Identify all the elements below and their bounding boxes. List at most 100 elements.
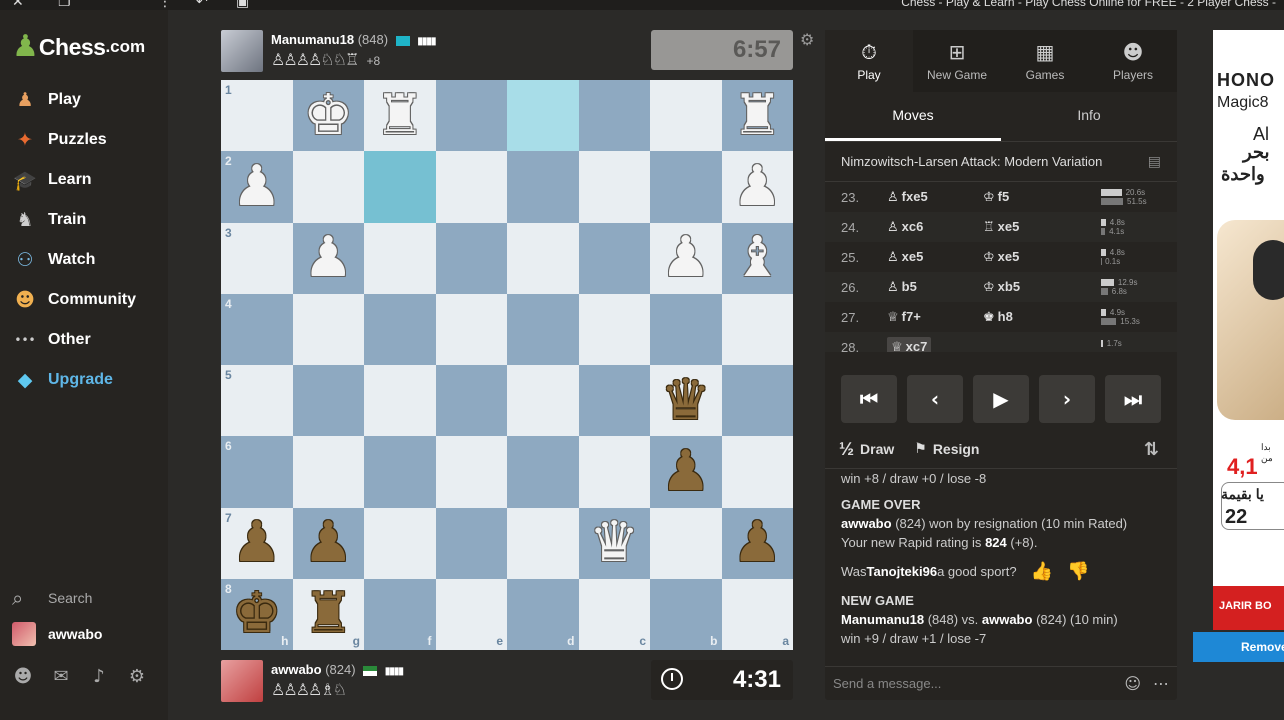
square-c3[interactable] bbox=[578, 222, 650, 294]
sidebar-item-community[interactable]: ☻ Community bbox=[0, 280, 168, 320]
square-h4[interactable]: 4 bbox=[221, 293, 293, 365]
square-f2[interactable] bbox=[364, 151, 436, 223]
square-g4[interactable] bbox=[292, 293, 364, 365]
black-queen-piece[interactable]: ♛ bbox=[661, 372, 711, 429]
square-g7[interactable]: ♟ bbox=[292, 507, 364, 579]
white-move[interactable]: ♙ xc6 bbox=[887, 219, 983, 235]
new-game-player2[interactable]: awwabo bbox=[982, 612, 1033, 627]
square-h1[interactable]: 1 bbox=[221, 80, 293, 152]
square-c7[interactable]: ♛ bbox=[578, 507, 650, 579]
white-move[interactable]: ♕ xc7 bbox=[887, 337, 983, 352]
black-move[interactable]: ♔ xe5 bbox=[983, 249, 1079, 265]
square-e1[interactable] bbox=[435, 80, 507, 152]
window-menu-icon[interactable]: ⋮ bbox=[158, 0, 172, 10]
sidebar-search[interactable]: ⌕ Search bbox=[12, 586, 92, 610]
square-c5[interactable] bbox=[578, 365, 650, 437]
black-king-piece[interactable]: ♚ bbox=[232, 586, 282, 642]
square-f7[interactable] bbox=[364, 507, 436, 579]
square-a4[interactable] bbox=[721, 293, 793, 365]
square-b3[interactable]: ♟ bbox=[650, 222, 722, 294]
messages-icon[interactable]: ✉ bbox=[50, 666, 72, 687]
square-d1[interactable] bbox=[507, 80, 579, 152]
square-h7[interactable]: 7 ♟ bbox=[221, 507, 293, 579]
black-pawn-piece[interactable]: ♟ bbox=[303, 515, 353, 571]
previous-move-button[interactable]: ‹ bbox=[907, 375, 963, 423]
square-f6[interactable] bbox=[364, 436, 436, 508]
square-f5[interactable] bbox=[364, 365, 436, 437]
black-move[interactable] bbox=[983, 339, 1079, 352]
square-f3[interactable] bbox=[364, 222, 436, 294]
square-e3[interactable] bbox=[435, 222, 507, 294]
square-e4[interactable] bbox=[435, 293, 507, 365]
first-move-button[interactable]: ⏮ bbox=[841, 375, 897, 423]
sidebar-item-learn[interactable]: 🎓 Learn bbox=[0, 160, 168, 200]
flip-board-icon[interactable]: ⇅ bbox=[1144, 439, 1159, 460]
square-c8[interactable]: c bbox=[578, 578, 650, 650]
white-pawn-piece[interactable]: ♟ bbox=[232, 158, 282, 215]
square-b2[interactable] bbox=[650, 151, 722, 223]
square-f4[interactable] bbox=[364, 293, 436, 365]
square-f1[interactable]: ♜ bbox=[364, 80, 436, 152]
opening-book-icon[interactable]: ▤ bbox=[1148, 154, 1161, 170]
square-b4[interactable] bbox=[650, 293, 722, 365]
square-e5[interactable] bbox=[435, 365, 507, 437]
square-a3[interactable]: ♝ bbox=[721, 222, 793, 294]
square-h3[interactable]: 3 bbox=[221, 222, 293, 294]
thumbs-up-icon[interactable]: 👍 bbox=[1031, 562, 1053, 581]
black-move[interactable]: ♚ h8 bbox=[983, 309, 1079, 325]
white-queen-piece[interactable]: ♛ bbox=[589, 515, 639, 571]
thumbs-down-icon[interactable]: 👎 bbox=[1067, 562, 1089, 581]
player-avatar[interactable] bbox=[221, 660, 263, 702]
tab-moves[interactable]: Moves bbox=[825, 92, 1001, 141]
advertisement[interactable]: HONO Magic8 Al بحر واحدة بدا من 4,1 يا ب… bbox=[1213, 30, 1284, 630]
resign-button[interactable]: Resign bbox=[933, 441, 980, 457]
sidebar-item-upgrade[interactable]: ◆ Upgrade bbox=[0, 360, 168, 400]
next-move-button[interactable]: › bbox=[1039, 375, 1095, 423]
white-rook-piece[interactable]: ♜ bbox=[375, 87, 425, 144]
black-move[interactable]: ♖ xe5 bbox=[983, 219, 1079, 235]
sidebar-item-puzzles[interactable]: ✦ Puzzles bbox=[0, 120, 168, 160]
draw-button[interactable]: Draw bbox=[860, 441, 894, 457]
chat-message-input[interactable]: Send a message... bbox=[833, 676, 941, 691]
square-g3[interactable]: ♟ bbox=[292, 222, 364, 294]
board-settings-gear-icon[interactable]: ⚙ bbox=[800, 30, 814, 49]
window-tab-icon[interactable]: ▣ bbox=[236, 0, 249, 10]
square-b5[interactable]: ♛ bbox=[650, 365, 722, 437]
square-c1[interactable] bbox=[578, 80, 650, 152]
tab-new-game[interactable]: ⊞ New Game bbox=[913, 30, 1001, 92]
square-a7[interactable]: ♟ bbox=[721, 507, 793, 579]
sidebar-item-train[interactable]: ♞ Train bbox=[0, 200, 168, 240]
opponent-avatar[interactable] bbox=[221, 30, 263, 72]
white-move[interactable]: ♕ f7+ bbox=[887, 309, 983, 325]
square-b6[interactable]: ♟ bbox=[650, 436, 722, 508]
close-window-icon[interactable]: ✕ bbox=[12, 0, 24, 10]
square-g1[interactable]: ♚ bbox=[292, 80, 364, 152]
tab-players[interactable]: ☻ Players bbox=[1089, 30, 1177, 92]
window-back-icon[interactable]: ↶ bbox=[196, 0, 208, 10]
black-pawn-piece[interactable]: ♟ bbox=[661, 443, 711, 500]
black-move[interactable]: ♔ f5 bbox=[983, 189, 1079, 205]
square-g5[interactable] bbox=[292, 365, 364, 437]
tab-games[interactable]: ▦ Games bbox=[1001, 30, 1089, 92]
sidebar-item-watch[interactable]: ⚇ Watch bbox=[0, 240, 168, 280]
notifications-bell-icon[interactable]: ♪ bbox=[88, 666, 110, 687]
last-move-button[interactable]: ⏭ bbox=[1105, 375, 1161, 423]
player-name[interactable]: awwabo bbox=[271, 662, 322, 677]
square-d7[interactable] bbox=[507, 507, 579, 579]
sidebar-item-other[interactable]: ••• Other bbox=[0, 320, 168, 360]
friends-icon[interactable]: ☻ bbox=[12, 666, 34, 687]
chess-board[interactable]: 1 ♚ ♜ ♜ 2 ♟ ♟ 3 ♟ ♟ ♝ 4 5 ♛ 6 ♟ 7 ♟ ♟ ♛ ♟ 8 h ♚ g ♜ f e d c b a bbox=[221, 80, 793, 650]
square-d4[interactable] bbox=[507, 293, 579, 365]
square-h8[interactable]: 8 h ♚ bbox=[221, 578, 293, 650]
white-pawn-piece[interactable]: ♟ bbox=[661, 230, 711, 286]
square-h6[interactable]: 6 bbox=[221, 436, 293, 508]
settings-gear-icon[interactable]: ⚙ bbox=[126, 666, 148, 687]
remove-ads-button[interactable]: Remove bbox=[1193, 632, 1284, 662]
square-c2[interactable] bbox=[578, 151, 650, 223]
square-c6[interactable] bbox=[578, 436, 650, 508]
square-h2[interactable]: 2 ♟ bbox=[221, 151, 293, 223]
black-pawn-piece[interactable]: ♟ bbox=[232, 515, 282, 571]
play-moves-button[interactable]: ▶ bbox=[973, 375, 1029, 423]
sport-opponent-name[interactable]: Tanojteki96 bbox=[867, 562, 938, 581]
square-d6[interactable] bbox=[507, 436, 579, 508]
